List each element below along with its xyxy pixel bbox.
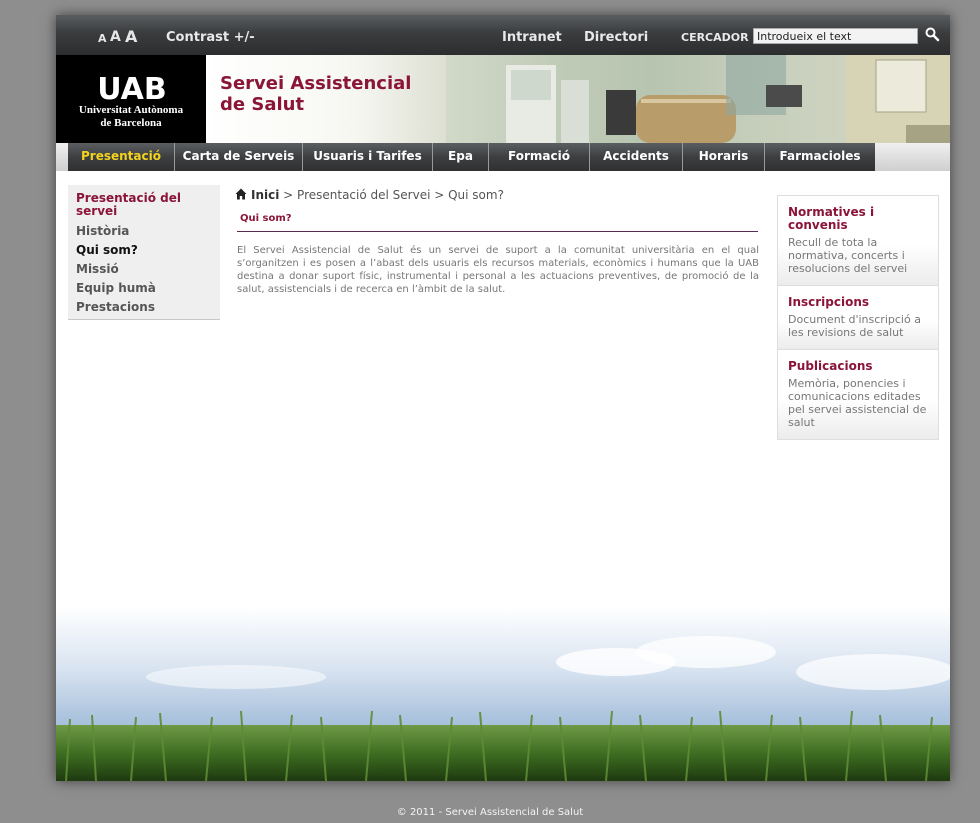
site-title-line2: de Salut bbox=[220, 94, 305, 115]
nav-item-usuaris-i-tarifes[interactable]: Usuaris i Tarifes bbox=[303, 143, 433, 171]
search-input[interactable] bbox=[753, 28, 918, 44]
sidebar-box-normatives[interactable]: Normatives i convenis Recull de tota la … bbox=[777, 195, 939, 286]
breadcrumb-current: Qui som? bbox=[448, 188, 504, 202]
breadcrumb-separator: > bbox=[430, 188, 449, 202]
svg-text:UAB: UAB bbox=[97, 72, 167, 105]
page-body-text: El Servei Assistencial de Salut és un se… bbox=[237, 245, 759, 295]
site-header: UAB Universitat Autònoma de Barcelona Se… bbox=[56, 55, 950, 143]
top-utility-bar: A A A Contrast +/- Intranet Directori CE… bbox=[56, 15, 950, 55]
nav-item-presentacio[interactable]: Presentació bbox=[68, 143, 175, 171]
uab-logo-mark: UAB bbox=[97, 72, 167, 105]
sidebar-item-prestacions[interactable]: Prestacions bbox=[76, 300, 155, 314]
nav-item-accidents[interactable]: Accidents bbox=[590, 143, 683, 171]
site-title[interactable]: Servei Assistencial de Salut bbox=[220, 73, 440, 115]
contrast-toggle[interactable]: Contrast +/- bbox=[166, 30, 255, 45]
nav-item-epa[interactable]: Epa bbox=[433, 143, 489, 171]
sidebar-heading[interactable]: Presentació del servei bbox=[76, 192, 216, 218]
nav-item-formacio[interactable]: Formació bbox=[489, 143, 590, 171]
directori-link[interactable]: Directori bbox=[584, 30, 648, 45]
grass-sky-illustration bbox=[56, 607, 950, 781]
section-sidebar: Presentació del servei Història Qui som?… bbox=[68, 185, 220, 320]
page-container: A A A Contrast +/- Intranet Directori CE… bbox=[56, 15, 950, 781]
sidebar-box-title: Publicacions bbox=[788, 359, 873, 373]
breadcrumb-separator: > bbox=[279, 188, 298, 202]
search-label: CERCADOR bbox=[681, 31, 749, 44]
sidebar-box-inscripcions[interactable]: Inscripcions Document d'inscripció a les… bbox=[777, 285, 939, 350]
breadcrumb-level1-link[interactable]: Presentació del Servei bbox=[297, 188, 430, 202]
sidebar-box-text: Recull de tota la normativa, concerts i … bbox=[788, 236, 908, 275]
sidebar-item-missio[interactable]: Missió bbox=[76, 262, 119, 276]
font-size-large-button[interactable]: A bbox=[125, 27, 137, 46]
footer-grass-sky-image bbox=[56, 607, 950, 781]
home-icon[interactable] bbox=[235, 188, 247, 200]
breadcrumb: Inici > Presentació del Servei > Qui som… bbox=[251, 188, 504, 202]
title-divider bbox=[237, 231, 758, 232]
logo-text-line2: de Barcelona bbox=[100, 117, 162, 129]
font-size-medium-button[interactable]: A bbox=[110, 29, 121, 45]
page-title: Qui som? bbox=[240, 213, 292, 224]
font-size-small-button[interactable]: A bbox=[98, 32, 107, 45]
nav-item-carta-de-serveis[interactable]: Carta de Serveis bbox=[175, 143, 303, 171]
site-title-line1: Servei Assistencial bbox=[220, 73, 412, 94]
sidebar-box-title: Inscripcions bbox=[788, 295, 870, 309]
breadcrumb-home-link[interactable]: Inici bbox=[251, 188, 279, 202]
header-clinic-photo: Servei Assistencial de Salut bbox=[206, 55, 950, 143]
nav-item-horaris[interactable]: Horaris bbox=[683, 143, 765, 171]
sidebar-item-equip-huma[interactable]: Equip humà bbox=[76, 281, 156, 295]
sidebar-item-historia[interactable]: Història bbox=[76, 224, 129, 238]
footer-copyright: © 2011 - Servei Assistencial de Salut bbox=[396, 807, 584, 818]
sidebar-box-publicacions[interactable]: Publicacions Memòria, ponencies i comuni… bbox=[777, 349, 939, 440]
sidebar-box-text: Memòria, ponencies i comunicacions edita… bbox=[788, 377, 927, 429]
intranet-link[interactable]: Intranet bbox=[502, 30, 562, 45]
search-icon[interactable] bbox=[924, 26, 940, 42]
main-navigation: Presentació Carta de Serveis Usuaris i T… bbox=[56, 143, 950, 171]
sidebar-box-text: Document d'inscripció a les revisions de… bbox=[788, 313, 921, 339]
uab-logo[interactable]: UAB Universitat Autònoma de Barcelona bbox=[56, 55, 206, 143]
sidebar-box-title: Normatives i convenis bbox=[788, 205, 875, 232]
nav-item-farmacioles[interactable]: Farmacioles bbox=[765, 143, 875, 171]
logo-text-line1: Universitat Autònoma bbox=[78, 104, 184, 116]
sidebar-item-qui-som[interactable]: Qui som? bbox=[76, 243, 138, 257]
